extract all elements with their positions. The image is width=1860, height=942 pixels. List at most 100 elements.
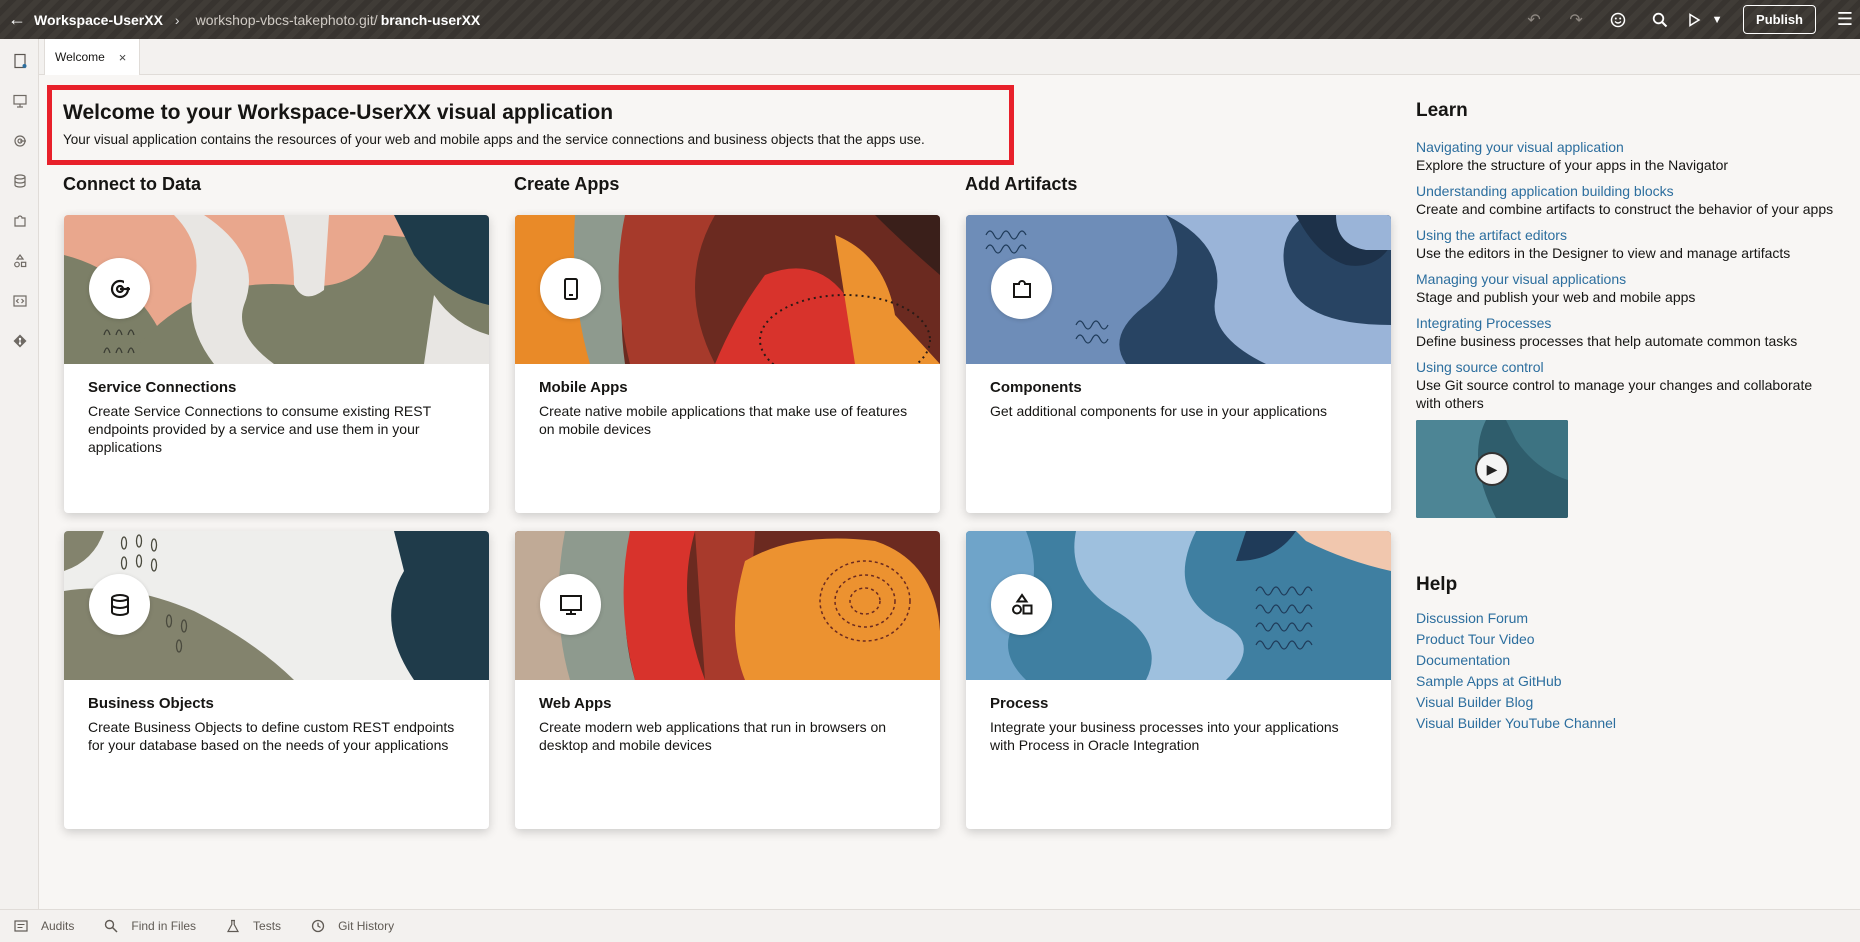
learn-item: Navigating your visual application Explo… xyxy=(1416,138,1836,174)
card-title: Business Objects xyxy=(88,695,214,712)
left-rail xyxy=(0,39,39,909)
learn-link[interactable]: Using the artifact editors xyxy=(1416,226,1836,244)
learn-description: Explore the structure of your apps in th… xyxy=(1416,157,1729,173)
card-description: Create Business Objects to define custom… xyxy=(88,719,455,753)
redo-icon[interactable]: ↷ xyxy=(1555,0,1597,39)
learn-item: Integrating Processes Define business pr… xyxy=(1416,314,1836,350)
learn-description: Use the editors in the Designer to view … xyxy=(1416,245,1791,261)
shapes-icon xyxy=(991,574,1052,635)
help-link-discussion-forum[interactable]: Discussion Forum xyxy=(1416,608,1836,629)
mobile-apps-card[interactable]: Mobile Apps Create native mobile applica… xyxy=(515,215,940,513)
create-apps-heading: Create Apps xyxy=(514,174,620,194)
top-bar: ← Workspace-UserXX › workshop-vbcs-takep… xyxy=(0,0,1860,39)
play-icon[interactable]: ▶ xyxy=(1475,452,1509,486)
git-navigator-icon[interactable] xyxy=(0,321,39,361)
run-play-icon[interactable] xyxy=(1681,0,1707,39)
back-arrow-icon[interactable]: ← xyxy=(0,0,34,39)
product-video-thumbnail[interactable]: ▶ xyxy=(1416,420,1568,518)
puzzle-icon xyxy=(991,258,1052,319)
run-options-dropdown-icon[interactable]: ▼ xyxy=(1707,0,1727,39)
learn-description: Create and combine artifacts to construc… xyxy=(1416,201,1834,217)
business-objects-card[interactable]: Business Objects Create Business Objects… xyxy=(64,531,489,829)
learn-description: Use Git source control to manage your ch… xyxy=(1416,377,1813,411)
help-link-sample-apps[interactable]: Sample Apps at GitHub xyxy=(1416,671,1836,692)
web-apps-banner xyxy=(515,531,940,680)
business-objects-navigator-icon[interactable] xyxy=(0,161,39,201)
page-title: Welcome to your Workspace-UserXX visual … xyxy=(63,101,614,124)
card-description: Integrate your business processes into y… xyxy=(990,719,1339,753)
components-banner xyxy=(966,215,1391,364)
learn-description: Stage and publish your web and mobile ap… xyxy=(1416,289,1696,305)
process-card[interactable]: Process Integrate your business processe… xyxy=(966,531,1391,829)
learn-panel: Learn Navigating your visual application… xyxy=(1416,100,1836,518)
card-description: Create Service Connections to consume ex… xyxy=(88,403,431,455)
tests-button[interactable]: Tests xyxy=(226,919,281,933)
search-icon[interactable] xyxy=(1639,0,1681,39)
audits-label: Audits xyxy=(41,919,75,933)
tab-welcome-label: Welcome xyxy=(55,50,105,64)
feedback-smiley-icon[interactable] xyxy=(1597,0,1639,39)
find-in-files-label: Find in Files xyxy=(131,919,197,933)
process-banner xyxy=(966,531,1391,680)
hamburger-menu-icon[interactable]: ☰ xyxy=(1830,0,1860,39)
mobile-apps-banner xyxy=(515,215,940,364)
learn-item: Managing your visual applications Stage … xyxy=(1416,270,1836,306)
card-description: Create native mobile applications that m… xyxy=(539,403,908,437)
database-icon xyxy=(89,574,150,635)
learn-description: Define business processes that help auto… xyxy=(1416,333,1798,349)
close-tab-icon[interactable]: × xyxy=(119,50,127,65)
card-title: Components xyxy=(990,379,1082,396)
help-link-documentation[interactable]: Documentation xyxy=(1416,650,1836,671)
tests-label: Tests xyxy=(253,919,282,933)
find-in-files-button[interactable]: Find in Files xyxy=(104,919,196,933)
undo-icon[interactable]: ↶ xyxy=(1513,0,1555,39)
connect-to-data-heading: Connect to Data xyxy=(63,174,202,194)
help-link-blog[interactable]: Visual Builder Blog xyxy=(1416,692,1836,713)
help-link-youtube[interactable]: Visual Builder YouTube Channel xyxy=(1416,713,1836,734)
desktop-navigator-icon[interactable] xyxy=(0,81,39,121)
help-link-product-tour-video[interactable]: Product Tour Video xyxy=(1416,629,1836,650)
learn-link[interactable]: Understanding application building block… xyxy=(1416,182,1836,200)
learn-link[interactable]: Integrating Processes xyxy=(1416,314,1836,332)
card-description: Create modern web applications that run … xyxy=(539,719,887,753)
search-icon xyxy=(105,919,118,933)
learn-item: Using source control Use Git source cont… xyxy=(1416,358,1836,412)
git-history-button[interactable]: Git History xyxy=(311,919,394,933)
help-heading: Help xyxy=(1416,574,1458,595)
clock-icon xyxy=(311,919,325,933)
card-title: Web Apps xyxy=(539,695,612,712)
components-navigator-icon[interactable] xyxy=(0,201,39,241)
add-artifacts-heading: Add Artifacts xyxy=(965,174,1078,194)
web-apps-card[interactable]: Web Apps Create modern web applications … xyxy=(515,531,940,829)
service-connections-navigator-icon[interactable] xyxy=(0,121,39,161)
bottom-bar: Audits Find in Files Tests Git History xyxy=(0,909,1860,942)
editor-tab-bar: Welcome × xyxy=(39,39,1860,75)
learn-heading: Learn xyxy=(1416,100,1468,121)
repo-name[interactable]: workshop-vbcs-takephoto.git/ xyxy=(196,12,378,28)
service-connections-card[interactable]: Service Connections Create Service Conne… xyxy=(64,215,489,513)
components-card[interactable]: Components Get additional components for… xyxy=(966,215,1391,513)
business-objects-banner xyxy=(64,531,489,680)
service-connections-banner xyxy=(64,215,489,364)
workspace-name[interactable]: Workspace-UserXX xyxy=(34,12,163,28)
service-connection-icon xyxy=(89,258,150,319)
card-title: Process xyxy=(990,695,1049,712)
web-apps-navigator-icon[interactable] xyxy=(0,41,39,81)
source-code-navigator-icon[interactable] xyxy=(0,281,39,321)
publish-button[interactable]: Publish xyxy=(1743,5,1816,34)
mobile-icon xyxy=(540,258,601,319)
learn-link[interactable]: Navigating your visual application xyxy=(1416,138,1836,156)
breadcrumb-chevron-icon: › xyxy=(174,11,180,28)
card-title: Service Connections xyxy=(88,379,237,396)
audits-button[interactable]: Audits xyxy=(14,919,74,933)
learn-link[interactable]: Using source control xyxy=(1416,358,1836,376)
desktop-icon xyxy=(540,574,601,635)
process-navigator-icon[interactable] xyxy=(0,241,39,281)
tab-welcome[interactable]: Welcome × xyxy=(44,39,140,75)
page-subtitle: Your visual application contains the res… xyxy=(63,132,925,147)
learn-item: Using the artifact editors Use the edito… xyxy=(1416,226,1836,262)
flask-icon xyxy=(227,919,240,933)
learn-link[interactable]: Managing your visual applications xyxy=(1416,270,1836,288)
branch-name[interactable]: branch-userXX xyxy=(381,12,481,28)
help-panel: Help Discussion Forum Product Tour Video… xyxy=(1416,574,1836,734)
